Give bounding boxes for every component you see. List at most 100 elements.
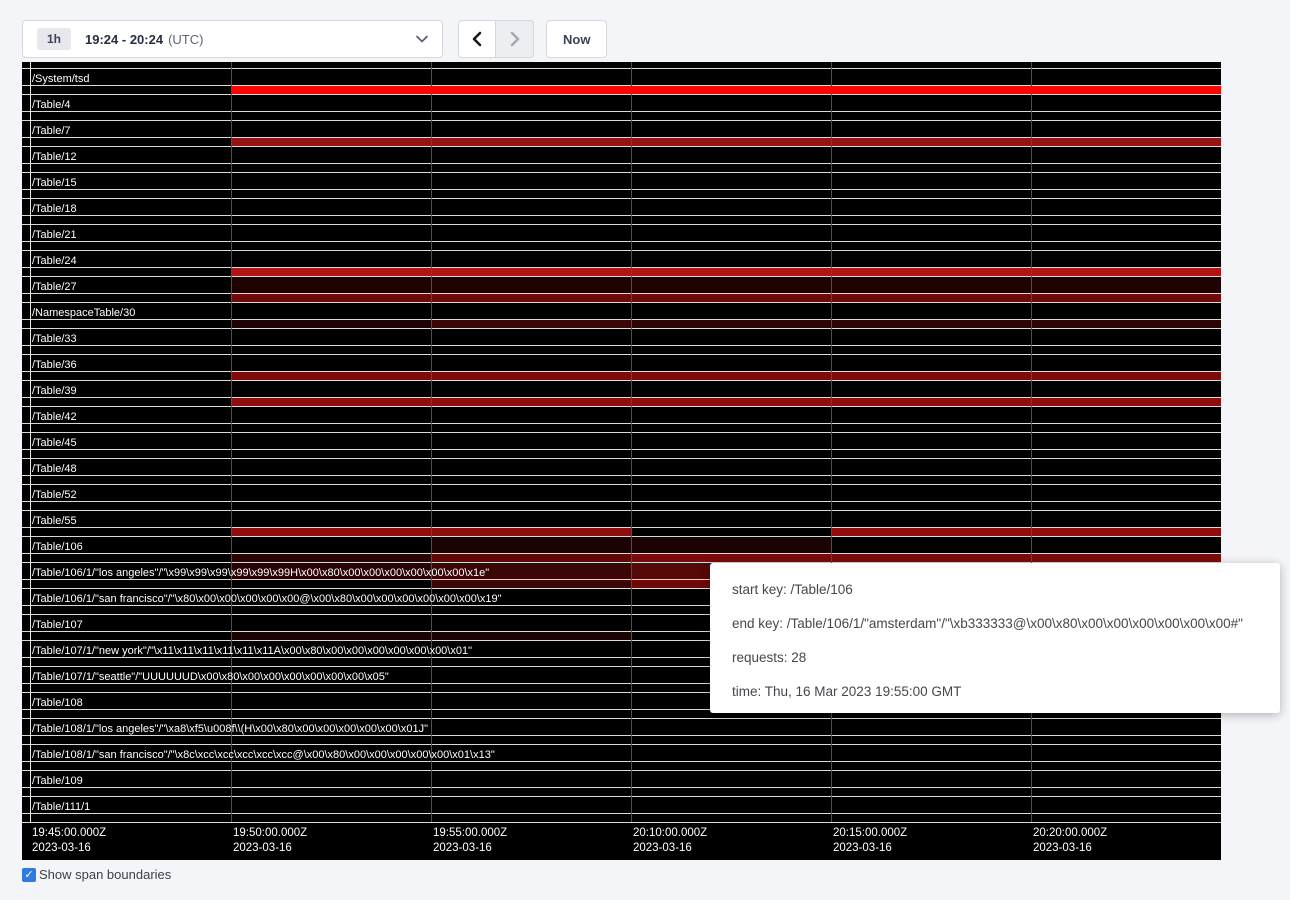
span-start-key-label: /Table/12 — [22, 149, 77, 165]
heatmap-band-segment[interactable] — [231, 320, 431, 328]
toolbar: 1h 19:24 - 20:24 (UTC) Now — [22, 20, 1290, 58]
span-start-key-label: /Table/108/1/"san francisco"/"\x8c\xcc\x… — [22, 747, 495, 763]
heatmap-span-row[interactable]: /Table/109 — [22, 770, 1221, 787]
heatmap-band-row[interactable] — [22, 423, 1221, 432]
heatmap-band-row[interactable] — [22, 553, 1221, 562]
heatmap-band-segment[interactable] — [231, 268, 1221, 276]
heatmap-band-row[interactable] — [22, 111, 1221, 120]
span-start-key-label: /Table/106/1/"san francisco"/"\x80\x00\x… — [22, 591, 502, 607]
span-start-key-label: /Table/106 — [22, 539, 83, 555]
heatmap-span-row[interactable]: /Table/48 — [22, 458, 1221, 475]
span-start-key-label: /Table/55 — [22, 513, 77, 529]
heatmap-span-row[interactable]: /Table/36 — [22, 354, 1221, 371]
span-start-key-label: /Table/52 — [22, 487, 77, 503]
heatmap-band-row[interactable] — [22, 267, 1221, 276]
heatmap-span-row[interactable]: /Table/27 — [22, 276, 1221, 293]
time-axis: 19:45:00.000Z2023-03-1619:50:00.000Z2023… — [22, 822, 1221, 860]
key-visualizer-canvas[interactable]: /System/tsd/Table/4/Table/7/Table/12/Tab… — [22, 62, 1221, 860]
time-axis-tick: 20:15:00.000Z2023-03-16 — [833, 826, 907, 856]
heatmap-band-row[interactable] — [22, 397, 1221, 406]
chevron-left-icon — [471, 31, 483, 47]
heatmap-span-row[interactable]: /Table/15 — [22, 172, 1221, 189]
heatmap-span-row[interactable]: /NamespaceTable/30 — [22, 302, 1221, 319]
now-button[interactable]: Now — [546, 20, 607, 58]
heatmap-band-segment[interactable] — [231, 277, 1221, 293]
heatmap-band-segment[interactable] — [431, 554, 631, 562]
span-start-key-label: /Table/107/1/"new york"/"\x11\x11\x11\x1… — [22, 643, 472, 659]
heatmap-span-row[interactable]: /Table/24 — [22, 250, 1221, 267]
heatmap-band-segment[interactable] — [231, 138, 1221, 146]
heatmap-band-row[interactable] — [22, 163, 1221, 172]
heatmap-span-row[interactable]: /Table/108/1/"san francisco"/"\x8c\xcc\x… — [22, 744, 1221, 761]
range-text: 19:24 - 20:24 — [85, 32, 163, 47]
span-start-key-label: /Table/109 — [22, 773, 83, 789]
span-start-key-label: /Table/15 — [22, 175, 77, 191]
controls-row: ✓ Show span boundaries — [22, 867, 1290, 882]
heatmap-span-row[interactable]: /Table/33 — [22, 328, 1221, 345]
previous-interval-button[interactable] — [458, 20, 496, 58]
span-start-key-label: /Table/42 — [22, 409, 77, 425]
heatmap-band-segment[interactable] — [231, 86, 1221, 94]
heatmap-band-segment[interactable] — [231, 554, 431, 562]
heatmap-band-row[interactable] — [22, 85, 1221, 94]
heatmap-band-segment[interactable] — [631, 320, 1221, 328]
heatmap-span-row[interactable]: /Table/108/1/"los angeles"/"\xa8\xf5\u00… — [22, 718, 1221, 735]
heatmap-span-row[interactable]: /Table/4 — [22, 94, 1221, 111]
chevron-right-icon — [509, 31, 521, 47]
show-span-boundaries-label: Show span boundaries — [39, 867, 171, 882]
heatmap-band-segment[interactable] — [431, 580, 631, 588]
show-span-boundaries-checkbox[interactable]: ✓ — [22, 868, 36, 882]
heatmap-band-row[interactable] — [22, 501, 1221, 510]
heatmap-band-row[interactable] — [22, 813, 1221, 822]
heatmap-band-row[interactable] — [22, 345, 1221, 354]
heatmap-band-row[interactable] — [22, 137, 1221, 146]
heatmap-band-row[interactable] — [22, 215, 1221, 224]
next-interval-button-disabled[interactable] — [496, 20, 534, 58]
span-start-key-label: /Table/111/1 — [22, 799, 90, 815]
heatmap-band-row[interactable] — [22, 449, 1221, 458]
heatmap-span-row[interactable]: /Table/111/1 — [22, 796, 1221, 813]
heatmap-span-row[interactable]: /Table/39 — [22, 380, 1221, 397]
heatmap-band-row[interactable] — [22, 787, 1221, 796]
heatmap-band-segment[interactable] — [231, 294, 1221, 302]
heatmap-span-row[interactable]: /Table/12 — [22, 146, 1221, 163]
heatmap-band-segment[interactable] — [231, 372, 1221, 380]
time-gridline — [231, 62, 232, 822]
time-axis-tick: 20:10:00.000Z2023-03-16 — [633, 826, 707, 856]
span-start-key-label: /Table/4 — [22, 97, 71, 113]
heatmap-span-row[interactable]: /Table/52 — [22, 484, 1221, 501]
range-duration-badge: 1h — [37, 28, 71, 50]
heatmap-span-row[interactable]: /Table/21 — [22, 224, 1221, 241]
span-start-key-label: /Table/108/1/"los angeles"/"\xa8\xf5\u00… — [22, 721, 428, 737]
span-start-key-label: /Table/48 — [22, 461, 77, 477]
time-nav-buttons — [458, 20, 534, 58]
time-axis-tick: 19:55:00.000Z2023-03-16 — [433, 826, 507, 856]
heatmap-band-row[interactable] — [22, 319, 1221, 328]
heatmap-band-row[interactable] — [22, 527, 1221, 536]
heatmap-span-row[interactable]: /System/tsd — [22, 68, 1221, 85]
heatmap-band-segment[interactable] — [431, 320, 631, 328]
heatmap-band-row[interactable] — [22, 293, 1221, 302]
heatmap-band-segment[interactable] — [631, 554, 1221, 562]
heatmap-span-row[interactable]: /Table/106 — [22, 536, 1221, 553]
span-start-key-label: /NamespaceTable/30 — [22, 305, 135, 321]
heatmap-band-segment[interactable] — [231, 398, 1221, 406]
span-start-key-label: /Table/36 — [22, 357, 77, 373]
span-start-key-label: /Table/39 — [22, 383, 77, 399]
heatmap-span-row[interactable]: /Table/7 — [22, 120, 1221, 137]
span-start-key-label: /Table/24 — [22, 253, 77, 269]
heatmap-span-row[interactable]: /Table/55 — [22, 510, 1221, 527]
heatmap-band-row[interactable] — [22, 371, 1221, 380]
chevron-down-icon — [416, 35, 428, 43]
heatmap-band-row[interactable] — [22, 475, 1221, 484]
span-start-key-label: /Table/7 — [22, 123, 71, 139]
time-range-selector[interactable]: 1h 19:24 - 20:24 (UTC) — [22, 20, 443, 58]
heatmap-span-row[interactable]: /Table/45 — [22, 432, 1221, 449]
heatmap-band-row[interactable] — [22, 189, 1221, 198]
heatmap-span-row[interactable]: /Table/18 — [22, 198, 1221, 215]
span-start-key-label: /Table/33 — [22, 331, 77, 347]
heatmap-band-row[interactable] — [22, 241, 1221, 250]
time-gridline — [431, 62, 432, 822]
heatmap-span-row[interactable]: /Table/42 — [22, 406, 1221, 423]
heatmap-band-segment[interactable] — [831, 528, 1221, 536]
